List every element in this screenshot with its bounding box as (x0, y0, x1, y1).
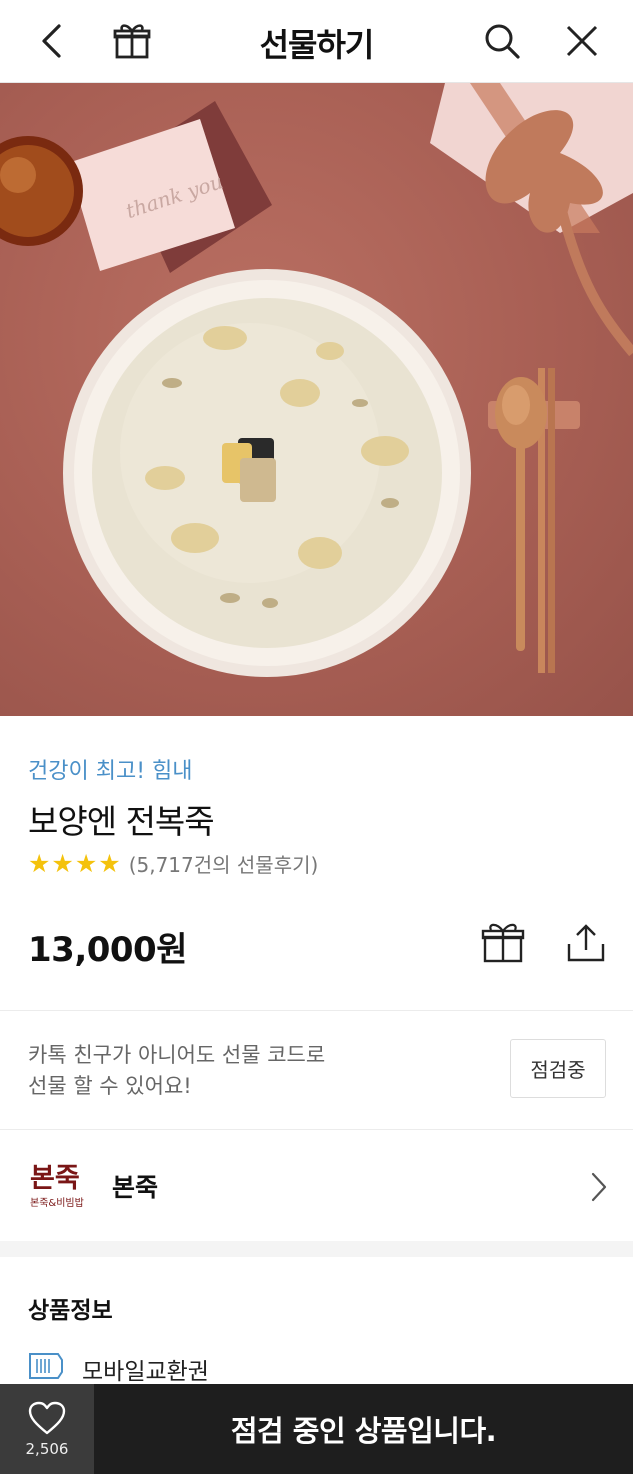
brand-name[interactable]: 본죽 (112, 1168, 158, 1204)
star-icon: ★ (28, 848, 51, 878)
product-price: 13,000원 (28, 930, 187, 970)
page-title: 선물하기 (259, 26, 375, 64)
top-bar: 선물하기 (0, 0, 633, 83)
rating[interactable]: ★ ★ ★ ★ (5,717건의 선물후기) (28, 849, 318, 878)
gift-code-button[interactable]: 점검중 (510, 1039, 606, 1098)
heart-icon (28, 1401, 66, 1435)
divider (0, 1129, 633, 1130)
star-icon: ★ (51, 848, 74, 878)
maintenance-status: 점검 중인 상품입니다. (230, 1414, 497, 1448)
gift-code-line: 선물 할 수 있어요! (28, 1074, 192, 1098)
gift-code-notice: 카톡 친구가 아니어도 선물 코드로 선물 할 수 있어요! (28, 1040, 325, 1102)
star-icon: ★ (98, 848, 121, 878)
like-button[interactable]: 2,506 (0, 1384, 94, 1474)
divider (0, 1010, 633, 1011)
like-count: 2,506 (25, 1440, 69, 1458)
review-count[interactable]: (5,717건의 선물후기) (129, 849, 319, 878)
gift-button[interactable] (478, 918, 528, 968)
brand-logo[interactable]: 본죽 본죽&비빔밥 (28, 1157, 94, 1213)
promo-text: 건강이 최고! 힘내 (28, 759, 193, 784)
section-gap (0, 1241, 633, 1257)
bottom-bar: 2,506 점검 중인 상품입니다. (0, 1384, 633, 1474)
section-title: 상품정보 (28, 1298, 113, 1324)
search-icon[interactable] (478, 17, 526, 65)
brand-logo-sub: 본죽&비빔밥 (30, 1197, 84, 1209)
barcode-icon (28, 1350, 64, 1382)
product-name: 보양엔 전복죽 (28, 802, 215, 841)
star-icon: ★ (74, 848, 98, 878)
share-button[interactable] (561, 918, 611, 968)
star-rating: ★ ★ ★ ★ (28, 848, 121, 878)
chevron-right-icon[interactable] (584, 1170, 614, 1204)
close-icon[interactable] (558, 17, 606, 65)
voucher-type: 모바일교환권 (82, 1359, 209, 1385)
brand-logo-main: 본죽 (30, 1163, 80, 1194)
gift-code-line: 카톡 친구가 아니어도 선물 코드로 (28, 1043, 326, 1067)
product-image[interactable]: thank you (0, 83, 633, 716)
